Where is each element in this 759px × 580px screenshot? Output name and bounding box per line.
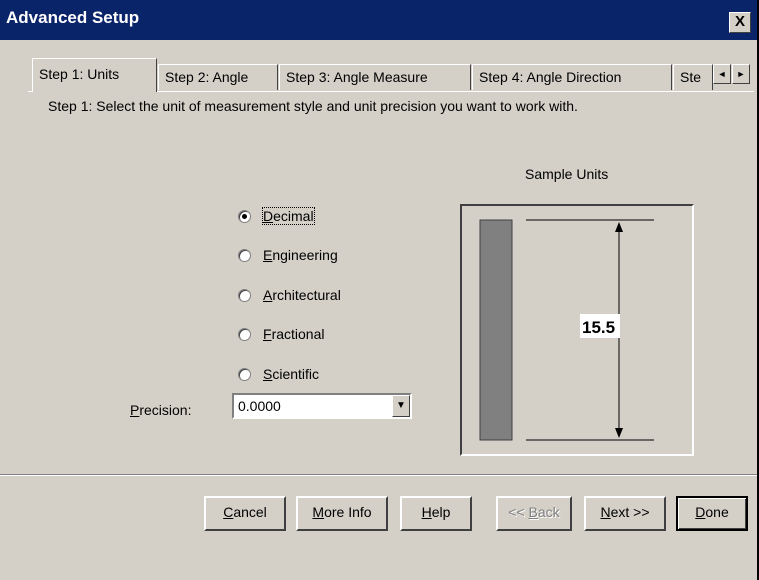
window-title: Advanced Setup: [6, 8, 140, 27]
dimension-value: 15.5: [582, 318, 615, 337]
help-button[interactable]: Help: [400, 496, 472, 531]
sample-units-preview: 15.5: [460, 204, 694, 456]
radio-decimal[interactable]: Decimal: [238, 207, 315, 225]
precision-select[interactable]: 0.0000 ▼: [232, 393, 412, 419]
sample-bar: [479, 219, 513, 441]
tab-step4-angle-direction[interactable]: Step 4: Angle Direction: [472, 64, 672, 90]
radio-scientific-label: Scientific: [263, 366, 320, 382]
back-button[interactable]: << Back: [496, 496, 572, 531]
radio-fractional-label: Fractional: [263, 326, 325, 342]
close-button[interactable]: X: [729, 12, 751, 33]
tab-step1-units[interactable]: Step 1: Units: [32, 58, 157, 92]
radio-scientific[interactable]: Scientific: [238, 366, 319, 382]
more-info-button[interactable]: More Info: [296, 496, 388, 531]
tab-step2-angle[interactable]: Step 2: Angle: [158, 64, 278, 90]
radio-button-icon[interactable]: [238, 248, 251, 262]
dropdown-arrow-icon[interactable]: ▼: [392, 395, 410, 417]
radio-button-icon[interactable]: [238, 327, 251, 341]
radio-button-icon[interactable]: [238, 367, 251, 381]
radio-architectural-label: Architectural: [263, 287, 341, 303]
advanced-setup-window: Advanced Setup X Step 1: Units Step 2: A…: [0, 0, 759, 580]
sample-units-label: Sample Units: [525, 166, 609, 182]
step-instructions: Step 1: Select the unit of measurement s…: [48, 98, 578, 114]
cancel-button[interactable]: Cancel: [204, 496, 286, 531]
tab-step5-partial[interactable]: Ste: [673, 64, 713, 90]
radio-button-checked-icon[interactable]: [238, 209, 251, 223]
radio-engineering[interactable]: Engineering: [238, 247, 338, 263]
tab-strip: Step 1: Units Step 2: Angle Step 3: Angl…: [32, 58, 752, 92]
radio-button-icon[interactable]: [238, 288, 251, 302]
title-bar[interactable]: Advanced Setup X: [0, 0, 757, 40]
arrow-up-icon: [615, 222, 623, 232]
radio-architectural[interactable]: Architectural: [238, 287, 341, 303]
done-button[interactable]: Done: [676, 496, 748, 531]
tab-scroll-right-icon[interactable]: ►: [732, 64, 750, 84]
precision-value: 0.0000: [238, 398, 281, 414]
button-divider: [0, 474, 757, 476]
radio-engineering-label: Engineering: [263, 247, 338, 263]
dimension-diagram: 15.5: [479, 219, 654, 441]
tab-step3-angle-measure[interactable]: Step 3: Angle Measure: [279, 64, 471, 90]
radio-decimal-label: Decimal: [262, 207, 315, 225]
tab-scroll-left-icon[interactable]: ◄: [713, 64, 731, 84]
arrow-down-icon: [615, 428, 623, 438]
precision-label: Precision:: [130, 402, 192, 418]
radio-fractional[interactable]: Fractional: [238, 326, 324, 342]
next-button[interactable]: Next >>: [584, 496, 666, 531]
